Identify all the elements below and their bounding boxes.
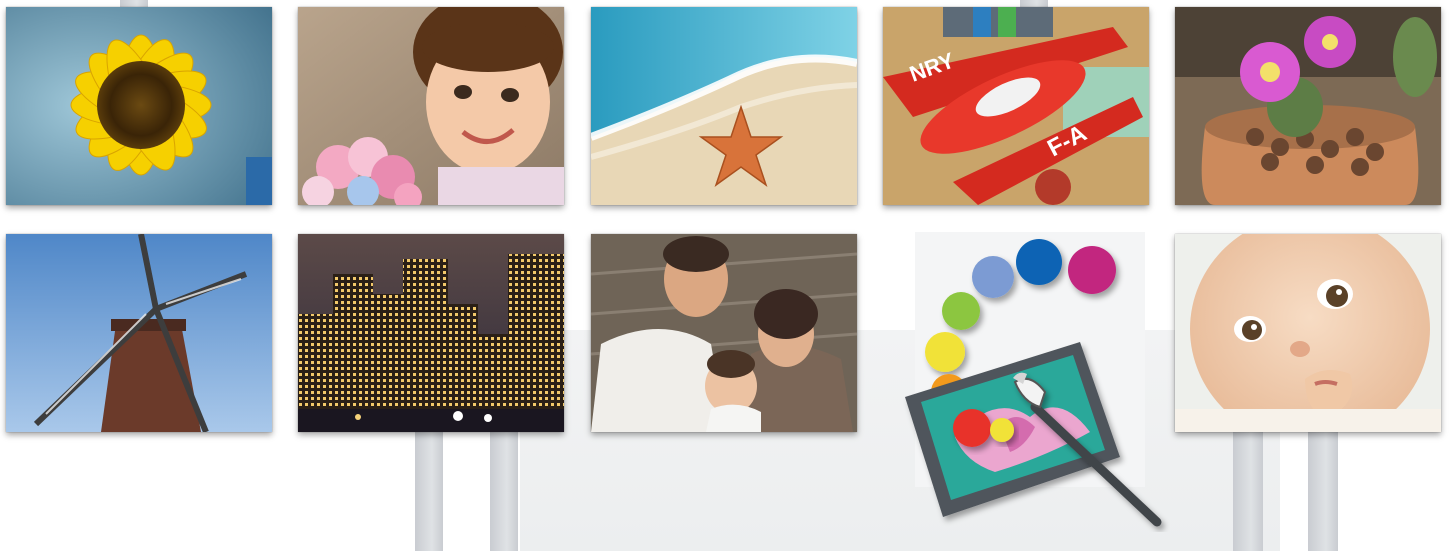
cactus-image	[1175, 7, 1441, 205]
photo-sunflower[interactable]	[6, 7, 272, 205]
family-image	[591, 234, 857, 432]
beach-image	[591, 7, 857, 205]
windmill-image	[6, 234, 272, 432]
sunflower-image	[6, 7, 272, 205]
photo-girl-with-flowers[interactable]	[298, 7, 564, 205]
girl-image	[298, 7, 564, 205]
photo-city-skyline-night[interactable]	[298, 234, 564, 432]
photo-windmill[interactable]	[6, 234, 272, 432]
paint-canvas-brush-icon	[905, 232, 1162, 527]
skyline-image	[298, 234, 564, 432]
airplane-image: NRY F-A	[883, 7, 1149, 205]
photo-toy-airplane[interactable]: NRY F-A	[883, 7, 1149, 205]
photo-flowering-cactus[interactable]	[1175, 7, 1441, 205]
photo-starfish-on-beach[interactable]	[591, 7, 857, 205]
baby-image	[1175, 234, 1441, 432]
paint-palette-icon[interactable]	[895, 232, 1170, 532]
photo-baby-face[interactable]	[1175, 234, 1441, 432]
photo-grid: NRY F-A	[0, 0, 1450, 551]
photo-family-portrait[interactable]	[591, 234, 857, 432]
